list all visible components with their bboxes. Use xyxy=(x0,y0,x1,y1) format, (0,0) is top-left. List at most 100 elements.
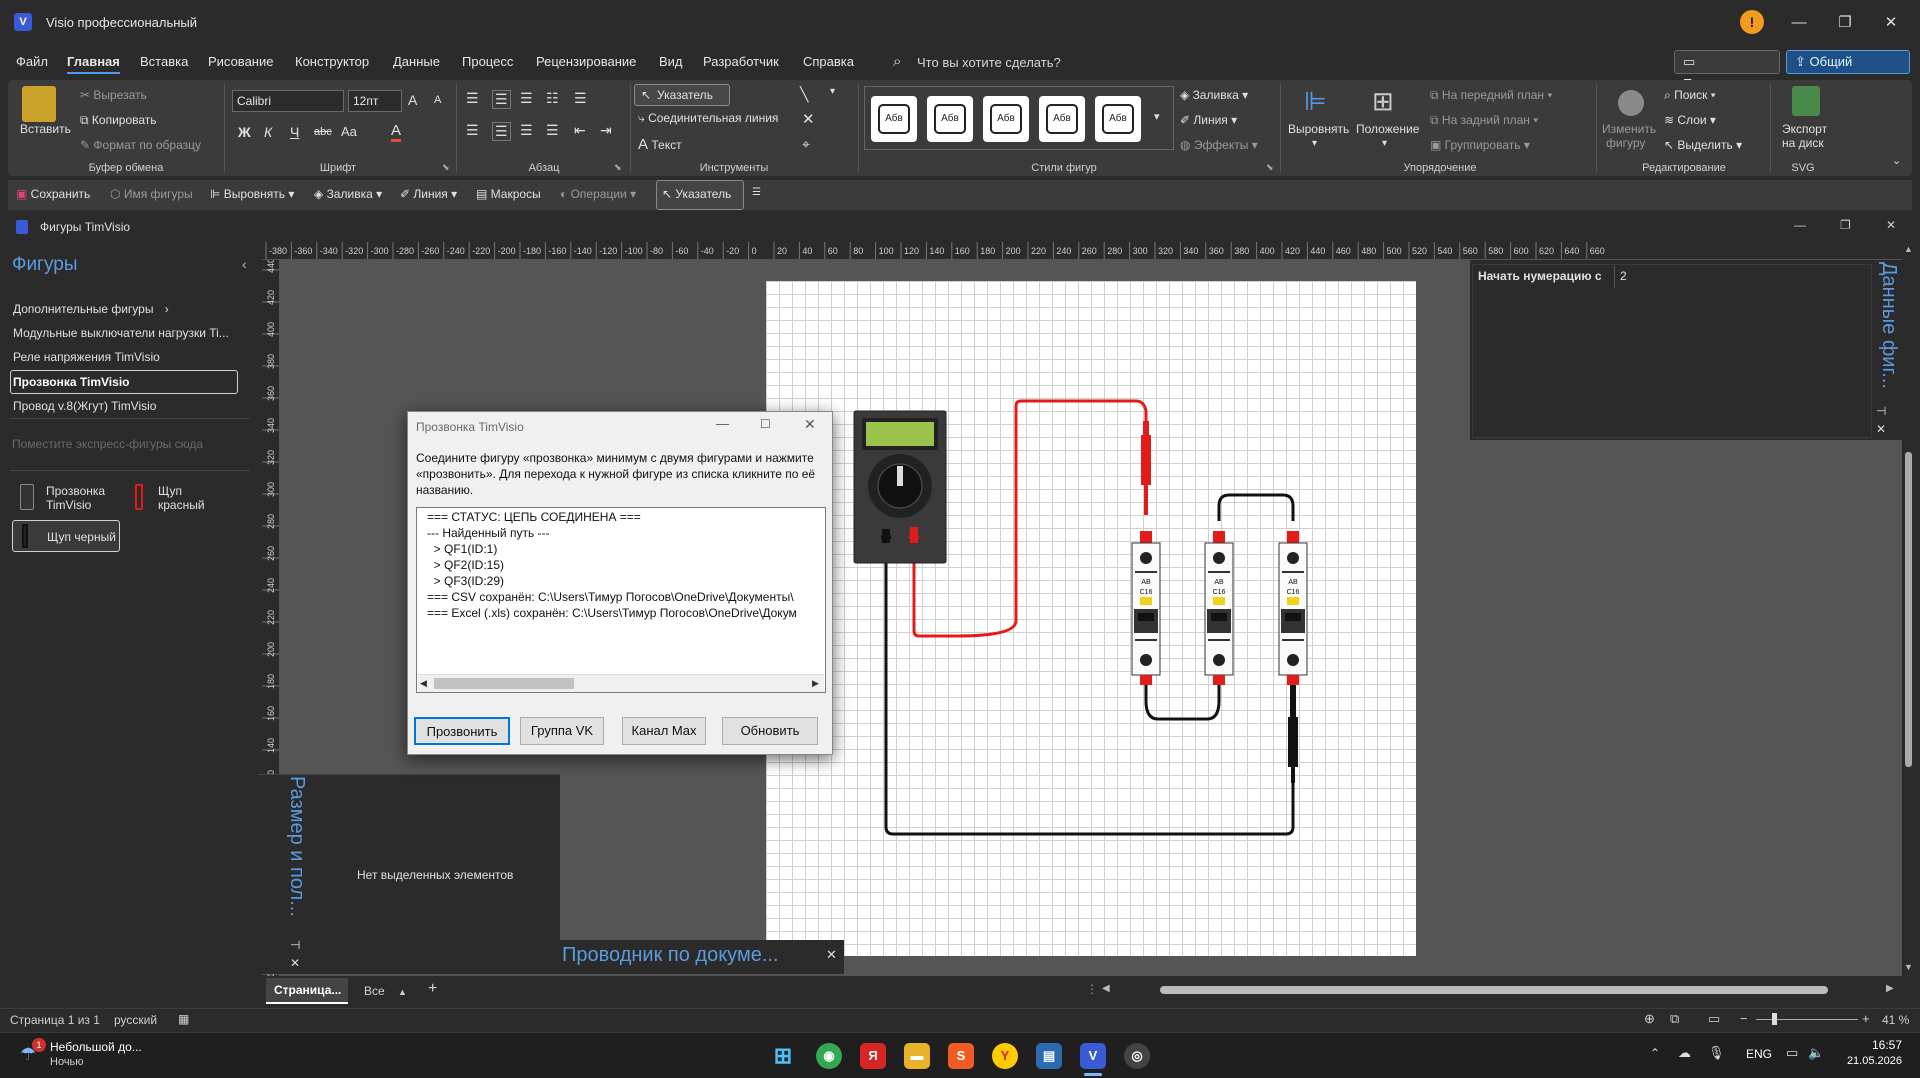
black-probe[interactable] xyxy=(1288,681,1298,783)
vk-group-button[interactable]: Группа VK xyxy=(520,717,604,745)
red-probe[interactable] xyxy=(1141,421,1151,515)
scroll-up-icon[interactable]: ▲ xyxy=(1904,244,1913,254)
strikethrough-button[interactable]: abc xyxy=(314,126,332,138)
qat-shape-name-button[interactable]: ⬡ Имя фигуры xyxy=(110,187,193,201)
zoom-slider-thumb[interactable] xyxy=(1772,1013,1777,1025)
zoom-out-icon[interactable]: − xyxy=(1740,1011,1748,1026)
fill-button[interactable]: ◈ Заливка ▾ xyxy=(1180,88,1248,102)
start-menu-icon[interactable]: ⊞ xyxy=(770,1043,796,1069)
switch-windows-icon[interactable]: ⧉ xyxy=(1670,1011,1679,1027)
stencil-breakers[interactable]: Модульные выключатели нагрузки Ti... xyxy=(13,326,229,340)
warning-icon[interactable]: ! xyxy=(1740,10,1764,34)
menu-developer[interactable]: Разработчик xyxy=(703,54,779,69)
tab-splitter-icon[interactable]: ⋮ xyxy=(1086,982,1098,996)
menu-help[interactable]: Справка xyxy=(803,54,854,69)
shape-style-1[interactable]: Абв xyxy=(871,96,917,142)
jumper-qf2-qf3[interactable] xyxy=(1217,493,1295,521)
master-black-probe[interactable]: Щуп черный xyxy=(12,520,120,552)
font-family-select[interactable]: Calibri xyxy=(232,90,344,112)
steam-icon[interactable]: ◎ xyxy=(1124,1043,1150,1069)
menu-process[interactable]: Процесс xyxy=(462,54,513,69)
stencil-voltage-relay[interactable]: Реле напряжения TimVisio xyxy=(13,350,160,364)
paragraph-options-icon[interactable]: ☰ xyxy=(574,90,587,107)
qat-pointer-button[interactable]: ↖ Указатель xyxy=(662,187,731,201)
qat-align-button[interactable]: ⊫ Выровнять ▾ xyxy=(210,187,294,201)
layers-button[interactable]: ≋ Слои ▾ xyxy=(1664,113,1716,127)
breaker-qf1[interactable]: AB C16 xyxy=(1131,531,1161,685)
sublime-icon[interactable]: S xyxy=(948,1043,974,1069)
shapes-window-maximize[interactable]: ❐ xyxy=(1840,218,1851,232)
select-button[interactable]: ↖ Выделить ▾ xyxy=(1664,138,1742,152)
connection-point-tool-icon[interactable]: ⌖ xyxy=(802,136,810,153)
qat-fill-button[interactable]: ◈ Заливка ▾ xyxy=(314,187,382,201)
log-line[interactable]: === CSV сохранён: C:\Users\Тимур Погосов… xyxy=(427,590,794,604)
add-page-button[interactable]: + xyxy=(428,980,437,998)
master-continuity[interactable]: Прозвонка TimVisio xyxy=(46,484,105,512)
stencil-more-shapes[interactable]: Дополнительные фигуры › xyxy=(13,302,169,316)
notepad-icon[interactable]: ▤ xyxy=(1036,1043,1062,1069)
grow-font-button[interactable]: A xyxy=(408,92,417,108)
size-close-icon[interactable]: ✕ xyxy=(290,956,300,970)
shrink-font-button[interactable]: A xyxy=(434,94,441,106)
chrome-icon[interactable]: ◉ xyxy=(816,1043,842,1069)
paste-button[interactable]: Вставить xyxy=(20,122,71,136)
export-button[interactable]: Экспорт xyxy=(1782,122,1827,136)
comments-button[interactable]: ▭ Примечания xyxy=(1674,50,1780,91)
align-bottom-icon[interactable]: ☰ xyxy=(520,90,533,107)
align-right-icon[interactable]: ☰ xyxy=(520,122,533,139)
max-channel-button[interactable]: Канал Max xyxy=(622,717,706,745)
bring-front-button[interactable]: ⧉ На передний план ▾ xyxy=(1430,88,1552,103)
line-button[interactable]: ✐ Линия ▾ xyxy=(1180,113,1237,127)
page-tab-1[interactable]: Страница... xyxy=(266,978,348,1004)
log-line[interactable]: === Excel (.xls) сохранён: C:\Users\Тиму… xyxy=(427,606,797,620)
group-button[interactable]: ▣ Группировать ▾ xyxy=(1430,138,1530,152)
log-line[interactable]: --- Найденный путь --- xyxy=(427,526,550,540)
horizontal-scrollbar-thumb[interactable] xyxy=(1160,986,1828,994)
dialog-log-list[interactable]: === СТАТУС: ЦЕПЬ СОЕДИНЕНА === --- Найде… xyxy=(416,507,826,693)
justify-icon[interactable]: ☰ xyxy=(546,122,559,139)
font-size-select[interactable]: 12пт xyxy=(348,90,402,112)
align-center-icon[interactable]: ☰ xyxy=(492,122,511,141)
shape-style-3[interactable]: Абв xyxy=(983,96,1029,142)
font-dialog-launcher-icon[interactable]: ⬊ xyxy=(442,162,450,173)
change-case-button[interactable]: Aa xyxy=(341,124,357,139)
decrease-indent-icon[interactable]: ⇤ xyxy=(574,122,586,139)
log-horizontal-scrollbar[interactable]: ◀ ▶ xyxy=(418,674,824,692)
zoom-level[interactable]: 41 % xyxy=(1882,1013,1909,1027)
visio-taskbar-icon[interactable]: V xyxy=(1080,1043,1106,1069)
gallery-more-icon[interactable]: ▾ xyxy=(1154,110,1160,123)
pin-icon[interactable]: ⊣ xyxy=(1876,404,1886,418)
qat-line-button[interactable]: ✐ Линия ▾ xyxy=(400,187,457,201)
file-explorer-icon[interactable]: ▬ xyxy=(904,1043,930,1069)
macro-record-icon[interactable]: ▦ xyxy=(178,1012,189,1026)
size-pin-icon[interactable]: ⊣ xyxy=(290,938,300,952)
network-icon[interactable]: ▭ xyxy=(1786,1045,1798,1061)
increase-indent-icon[interactable]: ⇥ xyxy=(600,122,612,139)
log-scroll-thumb[interactable] xyxy=(434,678,574,689)
shapes-window-close[interactable]: ✕ xyxy=(1886,218,1896,232)
scroll-right-icon[interactable]: ▶ xyxy=(812,678,819,689)
send-back-button[interactable]: ⧉ На задний план ▾ xyxy=(1430,113,1538,128)
change-shape-button-line2[interactable]: фигуру xyxy=(1606,136,1645,150)
menu-file[interactable]: Файл xyxy=(16,54,48,69)
bullets-icon[interactable]: ☷ xyxy=(546,90,559,107)
navigator-close-icon[interactable]: ✕ xyxy=(826,947,837,963)
share-button[interactable]: ⇪ Общий доступ... xyxy=(1786,50,1910,91)
clock-time[interactable]: 16:57 xyxy=(1848,1038,1902,1052)
connector-tool-button[interactable]: ⤷ Соединительная линия xyxy=(638,111,778,126)
yandex-icon[interactable]: Y xyxy=(992,1043,1018,1069)
onedrive-icon[interactable]: ☁ xyxy=(1678,1045,1691,1061)
menu-draw[interactable]: Рисование xyxy=(208,54,273,69)
circuit-diagram[interactable]: AB C16 AB C16 AB C16 xyxy=(766,281,1416,956)
log-line[interactable]: > QF1(ID:1) xyxy=(427,542,498,556)
effects-button[interactable]: ◍ Эффекты ▾ xyxy=(1180,138,1258,152)
page-number-status[interactable]: Страница 1 из 1 xyxy=(10,1013,100,1027)
breaker-qf3[interactable]: AB C16 xyxy=(1278,531,1308,685)
line-tool-icon[interactable]: ╲ xyxy=(800,86,808,103)
close-x-tool-icon[interactable]: ✕ xyxy=(802,110,815,128)
shape-style-2[interactable]: Абв xyxy=(927,96,973,142)
clock-date[interactable]: 21.05.2026 xyxy=(1838,1055,1902,1067)
paragraph-dialog-launcher-icon[interactable]: ⬊ xyxy=(614,162,622,173)
position-icon[interactable]: ⊞ xyxy=(1372,86,1394,117)
zoom-in-icon[interactable]: + xyxy=(1862,1011,1870,1026)
